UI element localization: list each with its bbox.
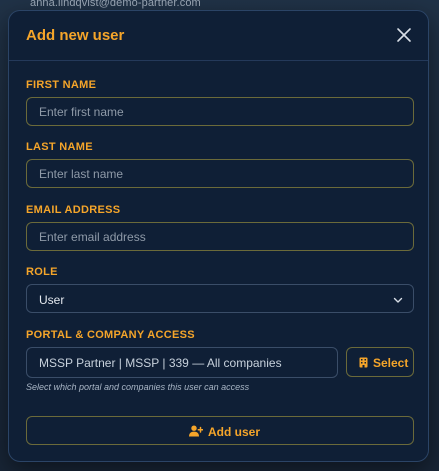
background-user-email: anna.lindqvist@demo-partner.com [30,0,201,9]
portal-access-label: PORTAL & COMPANY ACCESS [26,329,195,341]
add-user-label: Add user [208,425,261,439]
first-name-input[interactable] [26,97,414,126]
first-name-label: FIRST NAME [26,79,97,91]
role-selected-value: User [39,293,65,307]
add-user-modal: Add new user FIRST NAME LAST NAME EMAIL … [8,10,429,462]
portal-access-value: MSSP Partner | MSSP | 339 — All companie… [39,356,282,370]
role-select[interactable]: User [26,284,414,313]
portal-helper-text: Select which portal and companies this u… [26,382,250,392]
chevron-down-icon [393,297,403,303]
modal-title: Add new user [26,27,125,44]
portal-select-label: Select [373,356,409,370]
modal-header: Add new user [9,11,428,61]
close-icon [397,28,411,42]
last-name-input[interactable] [26,159,414,188]
close-button[interactable] [394,25,414,45]
email-input[interactable] [26,222,414,251]
last-name-label: LAST NAME [26,141,93,153]
building-icon [359,357,368,368]
portal-select-button[interactable]: Select [346,347,414,377]
portal-access-display: MSSP Partner | MSSP | 339 — All companie… [26,347,338,378]
add-user-button[interactable]: Add user [26,416,414,445]
role-label: ROLE [26,266,58,278]
email-label: EMAIL ADDRESS [26,204,121,216]
user-plus-icon [189,425,203,437]
